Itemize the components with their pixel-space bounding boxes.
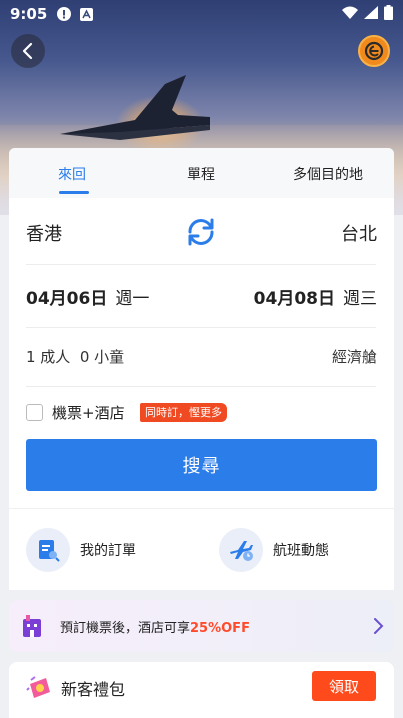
flight-search-card: 來回 單程 多個目的地 香港 台北 04月06日 週一 04月08日 週三 1 成人… (9, 148, 394, 590)
return-weekday: 週三 (343, 289, 377, 309)
passenger-selector[interactable]: 1 成人 0 小童 (26, 346, 124, 367)
depart-date-value: 04月06日 (26, 289, 108, 309)
divider (26, 386, 376, 387)
tab-one-way[interactable]: 單程 (187, 164, 215, 184)
divider (9, 508, 394, 509)
status-bar: 9:05 (0, 0, 403, 28)
claim-button[interactable]: 領取 (312, 671, 376, 701)
search-button[interactable]: 搜尋 (26, 439, 377, 491)
depart-weekday: 週一 (115, 289, 150, 309)
banner-text: 預訂機票後，酒店可享25%OFF (60, 617, 250, 636)
tab-round-trip[interactable]: 來回 (58, 164, 86, 184)
divider (26, 264, 376, 265)
alert-icon (57, 7, 72, 21)
banner-text-prefix: 預訂機票後，酒店可享 (60, 621, 191, 636)
tab-multi-city[interactable]: 多個目的地 (293, 164, 363, 184)
flight-hotel-checkbox[interactable] (26, 404, 43, 421)
app-notification-icon (79, 7, 93, 21)
order-icon (26, 528, 70, 572)
signal-icon (364, 5, 378, 23)
destination-city[interactable]: 台北 (341, 220, 377, 246)
return-date[interactable]: 04月08日 週三 (254, 284, 377, 309)
wifi-icon (342, 5, 358, 23)
gift-icon (26, 676, 50, 698)
active-tab-indicator (59, 191, 89, 194)
swap-cities-icon[interactable] (184, 215, 218, 249)
battery-icon (384, 4, 393, 24)
depart-date[interactable]: 04月06日 週一 (26, 284, 149, 309)
flight-status-link[interactable]: 航班動態 (219, 528, 329, 572)
cabin-class-selector[interactable]: 經濟艙 (332, 346, 377, 367)
back-button[interactable] (11, 34, 45, 68)
new-customer-gift-card: 新客禮包 領取 (9, 662, 394, 718)
hotel-discount-banner[interactable]: 預訂機票後，酒店可享25%OFF (9, 600, 394, 652)
flight-status-icon (219, 528, 263, 572)
hotel-icon (23, 615, 41, 637)
return-date-value: 04月08日 (253, 289, 335, 309)
chevron-right-icon (374, 618, 384, 634)
status-time: 9:05 (10, 5, 48, 23)
gift-label: 新客禮包 (61, 680, 126, 699)
banner-highlight: 25%OFF (190, 621, 250, 636)
origin-city[interactable]: 香港 (26, 220, 62, 246)
trip-type-tabs: 來回 單程 多個目的地 (9, 148, 394, 198)
divider (26, 327, 376, 328)
my-orders-link[interactable]: 我的訂單 (26, 528, 136, 572)
chevron-left-icon (22, 42, 33, 60)
my-orders-label: 我的訂單 (80, 543, 136, 559)
flight-hotel-label[interactable]: 機票+酒店 (52, 402, 125, 423)
flight-status-label: 航班動態 (273, 543, 329, 559)
airplane-wing-image (60, 75, 210, 140)
bundle-promo-tag: 同時訂，慳更多 (140, 403, 227, 422)
brand-e-icon (364, 41, 384, 61)
brand-logo-button[interactable] (358, 35, 390, 67)
